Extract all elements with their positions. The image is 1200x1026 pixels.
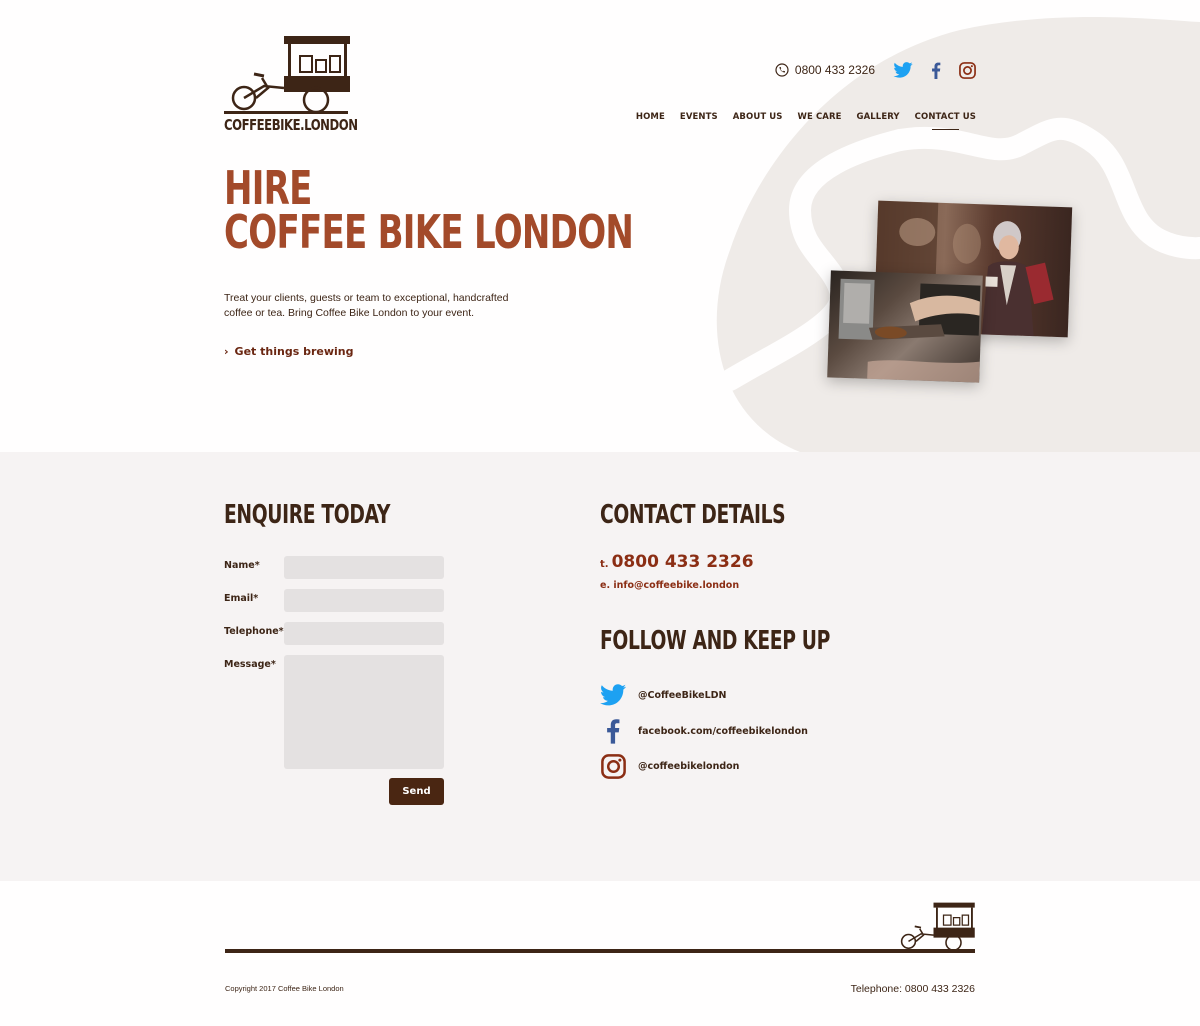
hero-description: Treat your clients, guests or team to ex… xyxy=(224,292,509,319)
header-phone[interactable]: 0800 433 2326 xyxy=(775,63,875,77)
follow-heading: FOLLOW AND KEEP UP xyxy=(600,626,830,656)
enquire-heading: ENQUIRE TODAY xyxy=(224,500,391,530)
footer: Copyright 2017 Coffee Bike London Teleph… xyxy=(0,881,1200,1026)
email-label: Email* xyxy=(224,593,259,604)
follow-instagram-handle: @coffeebikelondon xyxy=(638,761,740,772)
header-twitter-link[interactable] xyxy=(893,62,913,78)
instagram-icon xyxy=(959,61,976,79)
footer-telephone[interactable]: Telephone: 0800 433 2326 xyxy=(851,983,975,995)
nav-gallery[interactable]: GALLERY xyxy=(857,112,900,130)
top-contact-bar: 0800 433 2326 xyxy=(775,58,976,82)
page-title-line-1: HIRE xyxy=(224,161,312,215)
contact-phone-number: 0800 433 2326 xyxy=(611,552,754,572)
page-title-line-2: COFFEE BIKE LONDON xyxy=(224,205,634,259)
photo-espresso-machine xyxy=(827,270,983,383)
contact-section: ENQUIRE TODAY Name* Email* Telephone* Me… xyxy=(0,452,1200,881)
phone-icon xyxy=(775,63,789,77)
twitter-icon xyxy=(893,62,913,78)
cta-label: Get things brewing xyxy=(234,345,354,358)
name-label: Name* xyxy=(224,560,260,571)
hero-section: COFFEEBIKE.LONDON 0800 433 2326 HOME EVE… xyxy=(0,0,1200,452)
photo-espresso-illustration xyxy=(838,278,981,383)
telephone-label: Telephone* xyxy=(224,626,284,637)
follow-instagram[interactable]: @coffeebikelondon xyxy=(600,754,739,779)
logo-wordmark: COFFEEBIKE.LONDON xyxy=(224,116,358,134)
email-input[interactable] xyxy=(284,589,444,612)
instagram-icon xyxy=(600,754,626,779)
follow-twitter-handle: @CoffeeBikeLDN xyxy=(638,689,727,701)
nav-contact-us[interactable]: CONTACT US xyxy=(915,112,976,130)
contact-phone-prefix: t. xyxy=(600,559,609,570)
telephone-input[interactable] xyxy=(284,622,444,645)
nav-events[interactable]: EVENTS xyxy=(680,112,718,130)
facebook-icon xyxy=(607,719,620,744)
nav-home[interactable]: HOME xyxy=(636,112,665,130)
get-things-brewing-link[interactable]: › Get things brewing xyxy=(224,345,353,358)
brand-logo[interactable]: COFFEEBIKE.LONDON xyxy=(224,36,358,136)
follow-facebook-url: facebook.com/coffeebikelondon xyxy=(638,725,808,737)
nav-we-care[interactable]: WE CARE xyxy=(798,112,842,130)
header-phone-number: 0800 433 2326 xyxy=(794,63,875,77)
message-textarea[interactable] xyxy=(284,655,444,769)
footer-divider xyxy=(225,949,975,953)
contact-details-heading: CONTACT DETAILS xyxy=(600,500,786,530)
send-button[interactable]: Send xyxy=(389,778,444,805)
name-input[interactable] xyxy=(284,556,444,579)
chevron-right-icon: › xyxy=(224,345,229,358)
contact-email-link[interactable]: e. info@coffeebike.london xyxy=(600,580,739,591)
twitter-icon xyxy=(600,684,626,706)
contact-phone[interactable]: t. 0800 433 2326 xyxy=(600,552,754,572)
facebook-icon xyxy=(932,62,941,79)
follow-twitter[interactable]: @CoffeeBikeLDN xyxy=(600,684,726,706)
coffee-bike-icon xyxy=(900,902,975,951)
page-title: HIRE COFFEE BIKE LONDON xyxy=(224,161,634,259)
message-label: Message* xyxy=(224,659,276,670)
copyright-text: Copyright 2017 Coffee Bike London xyxy=(225,984,344,993)
header-instagram-link[interactable] xyxy=(959,61,976,79)
coffee-bike-icon xyxy=(224,36,350,114)
nav-about-us[interactable]: ABOUT US xyxy=(733,112,783,130)
follow-facebook[interactable]: facebook.com/coffeebikelondon xyxy=(600,718,808,744)
header-facebook-link[interactable] xyxy=(931,62,941,79)
main-nav: HOME EVENTS ABOUT US WE CARE GALLERY CON… xyxy=(636,112,976,130)
